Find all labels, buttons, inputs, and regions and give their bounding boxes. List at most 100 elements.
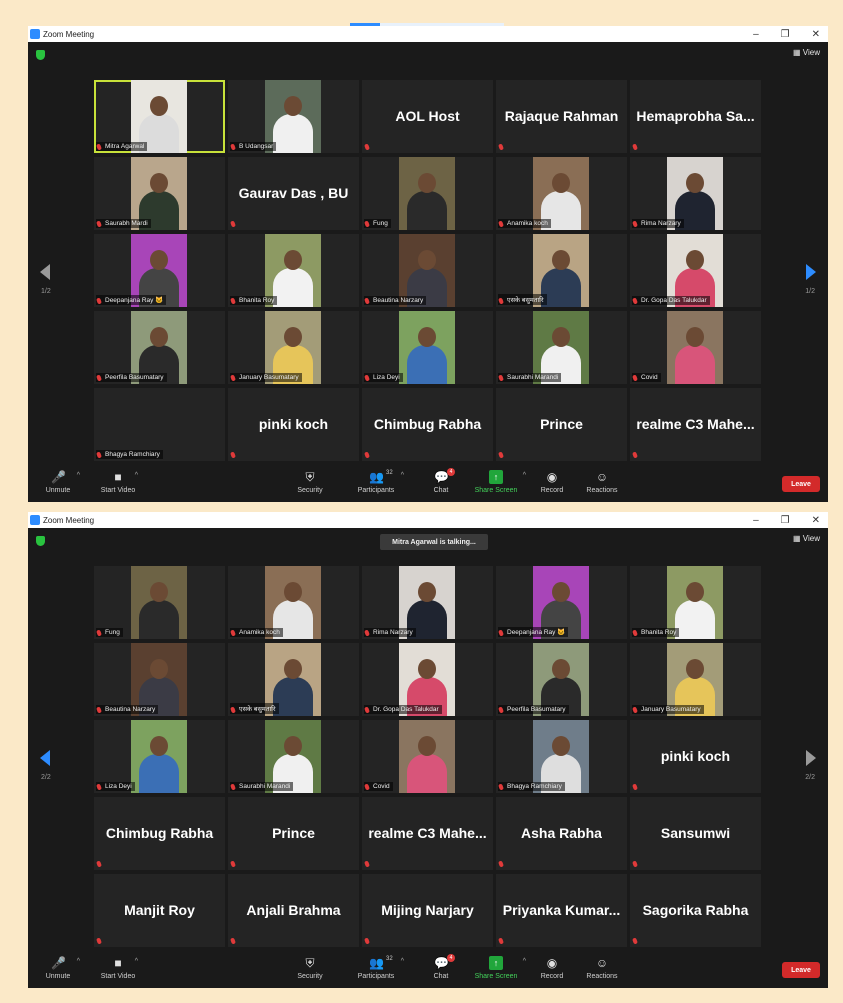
participant-tile[interactable]: Peerfila Basumatary [94,311,225,384]
participant-tile[interactable]: Covid [630,311,761,384]
chevron-up-icon[interactable]: ^ [401,472,404,479]
participant-tile[interactable]: Liza Deyi [94,720,225,793]
participant-tile[interactable]: Rajaque Rahman [496,80,627,153]
view-button[interactable]: ▦ View [793,534,820,543]
participant-tile[interactable]: Mitra Agarwal [94,80,225,153]
participant-tile[interactable]: एसके बसुमतारि [228,643,359,716]
participant-tile[interactable]: Saurabh Mardi [94,157,225,230]
close-icon[interactable]: ✕ [812,515,820,526]
participant-name-label: Peerfila Basumatary [498,705,569,714]
chevron-up-icon[interactable]: ^ [135,472,138,479]
participant-tile[interactable]: Mijing Narjary [362,874,493,947]
leave-button[interactable]: Leave [782,476,820,492]
participant-figure-head [418,659,436,679]
encryption-shield-icon[interactable] [36,536,45,546]
restore-icon[interactable]: ❐ [781,515,790,526]
participant-tile[interactable]: Liza Deyi [362,311,493,384]
share-screen-button[interactable]: ↑ ^ Share Screen [466,470,526,494]
participant-tile[interactable]: Bhanita Roy [228,234,359,307]
participant-tile[interactable]: Prince [228,797,359,870]
participant-tile[interactable]: एसके बसुमतारि [496,234,627,307]
unmute-button[interactable]: 🎤 ^ Unmute [28,956,88,980]
participant-tile[interactable]: realme C3 Mahe... [630,388,761,461]
share-screen-button[interactable]: ↑ ^ Share Screen [466,956,526,980]
start-video-label: Start Video [100,973,136,980]
participant-tile[interactable]: January Basumatary [630,643,761,716]
participant-tile[interactable]: Fung [94,566,225,639]
start-video-button[interactable]: ■ ^ Start Video [88,956,148,980]
security-button[interactable]: ⛨ Security [280,470,340,494]
participant-tile[interactable]: Chimbug Rabha [362,388,493,461]
participant-tile[interactable]: pinki koch [630,720,761,793]
participant-tile[interactable]: AOL Host [362,80,493,153]
participants-button[interactable]: 👥 32 ^ Participants [346,470,406,494]
participant-tile[interactable]: Asha Rabha [496,797,627,870]
participant-tile[interactable]: Dr. Gopa Das Talukdar [362,643,493,716]
participant-tile[interactable]: Covid [362,720,493,793]
next-page-arrow-icon[interactable] [806,750,816,766]
muted-mic-icon [364,143,370,151]
participant-tile[interactable]: Priyanka Kumar... [496,874,627,947]
participant-tile[interactable]: Gaurav Das , BU [228,157,359,230]
unmute-button[interactable]: 🎤 ^ Unmute [28,470,88,494]
participant-tile[interactable]: realme C3 Mahe... [362,797,493,870]
participant-tile[interactable]: Saurabhi Marandi [496,311,627,384]
chat-button[interactable]: 💬 4 Chat [411,468,471,494]
participant-tile[interactable]: pinki koch [228,388,359,461]
chevron-up-icon[interactable]: ^ [135,958,138,965]
reactions-button[interactable]: ☺ Reactions [572,956,632,980]
video-off-icon: ■ [114,956,122,970]
participant-tile[interactable]: B Udangsar [228,80,359,153]
participant-tile[interactable]: January Basumatary [228,311,359,384]
participant-tile[interactable]: Anjali Brahma [228,874,359,947]
participant-tile[interactable]: Bhagya Ramchiary [496,720,627,793]
participant-tile[interactable]: Beautina Narzary [362,234,493,307]
chevron-up-icon[interactable]: ^ [77,958,80,965]
participant-tile[interactable]: Saurabhi Marandi [228,720,359,793]
participant-tile[interactable]: Prince [496,388,627,461]
muted-mic-icon [96,860,102,868]
leave-button[interactable]: Leave [782,962,820,978]
participant-figure-head [686,327,704,347]
participant-figure-head [552,250,570,270]
participant-tile[interactable]: Dr. Gopa Das Talukdar [630,234,761,307]
start-video-button[interactable]: ■ ^ Start Video [88,470,148,494]
participant-tile[interactable]: Rima Narzary [362,566,493,639]
participant-tile[interactable]: Hemaprobha Sa... [630,80,761,153]
participant-tile[interactable]: Peerfila Basumatary [496,643,627,716]
participant-tile[interactable]: Manjit Roy [94,874,225,947]
participant-tile[interactable]: Bhanita Roy [630,566,761,639]
minimize-icon[interactable]: – [753,29,759,40]
participant-tile[interactable]: Chimbug Rabha [94,797,225,870]
participant-tile[interactable]: Sagorika Rabha [630,874,761,947]
participant-tile[interactable]: Deepanjana Ray 🐱 [94,234,225,307]
participant-tile[interactable]: Bhagya Ramchiary [94,388,225,461]
participant-tile[interactable]: Rima Narzary [630,157,761,230]
next-page-arrow-icon[interactable] [806,264,816,280]
participant-name-large: Hemaprobha Sa... [636,108,755,124]
participant-tile[interactable]: Beautina Narzary [94,643,225,716]
participant-tile[interactable]: Fung [362,157,493,230]
security-button[interactable]: ⛨ Security [280,956,340,980]
reactions-button[interactable]: ☺ Reactions [572,470,632,494]
participant-tile[interactable]: Anamika koch [228,566,359,639]
participant-tile[interactable]: Anamika koch [496,157,627,230]
restore-icon[interactable]: ❐ [781,29,790,40]
chat-button[interactable]: 💬 4 Chat [411,954,471,980]
minimize-icon[interactable]: – [753,515,759,526]
chevron-up-icon[interactable]: ^ [401,958,404,965]
participant-video [399,157,455,230]
previous-page-arrow-icon[interactable] [40,264,50,280]
participant-figure-head [150,736,168,756]
encryption-shield-icon[interactable] [36,50,45,60]
chevron-up-icon[interactable]: ^ [77,472,80,479]
participant-tile[interactable]: Sansumwi [630,797,761,870]
previous-page-arrow-icon[interactable] [40,750,50,766]
close-icon[interactable]: ✕ [812,29,820,40]
participant-tile[interactable]: Deepanjana Ray 🐱 [496,566,627,639]
zoom-logo-icon [30,515,40,525]
participants-button[interactable]: 👥 32 ^ Participants [346,956,406,980]
participant-name-large: Anjali Brahma [246,902,341,918]
participant-name-large: Chimbug Rabha [105,825,214,841]
view-button[interactable]: ▦ View [793,48,820,57]
